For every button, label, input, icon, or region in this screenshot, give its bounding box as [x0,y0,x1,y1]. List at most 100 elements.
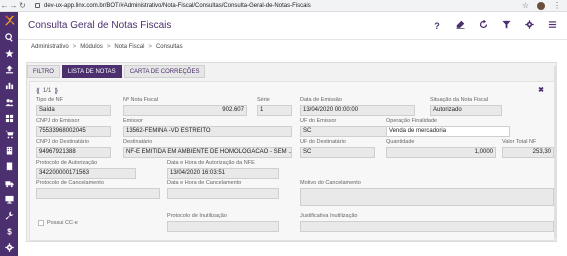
field-label: Protocolo de Autorização [36,160,98,166]
bookmark-star-icon[interactable]: ☆ [522,1,529,10]
field-data-autorizacao: Data e Hora de Autorização da NFE 13/04/… [167,160,279,179]
possui-cce-checkbox[interactable] [38,220,44,226]
close-icon[interactable]: ✖ [538,86,544,94]
situacao-value[interactable]: Autorizado [430,105,502,116]
field-label: Data de Emissão [300,97,342,103]
next-page-icon[interactable]: ⟫ [54,87,58,95]
filter-icon[interactable] [501,20,511,31]
valor-total-value[interactable]: 253,30 [502,147,554,158]
field-label: Série [257,97,270,103]
field-label: Protocolo de Inutilização [167,213,227,219]
tab-bar: FILTRO LISTA DE NOTAS CARTA DE CORREÇÕES [27,65,207,79]
field-label: CNPJ do Destinatário [36,139,89,145]
field-justificativa-inutilizacao: Justificativa Inutilização [300,213,554,232]
tab-carta-de-correcoes[interactable]: CARTA DE CORREÇÕES [123,65,206,78]
reload-icon[interactable]: ↻ [18,0,27,11]
app-header: Consulta Geral de Notas Fiscais ? [18,12,567,40]
serie-value[interactable]: 1 [257,105,292,116]
url-text[interactable]: dev-ux-app.linx.com.br/BOT/#Administrati… [44,3,311,9]
field-label: Data e Hora de Cancelamento [167,180,242,186]
breadcrumb: Administrativo > Módulos > Nota Fiscal >… [31,42,183,52]
wrench-icon[interactable] [0,207,18,223]
field-label: Protocolo de Cancelamento [36,180,104,186]
uf-destinatario-value[interactable]: SC [300,147,375,158]
content-panel: FILTRO LISTA DE NOTAS CARTA DE CORREÇÕES… [26,62,557,242]
destinatario-value[interactable]: NF-E EMITIDA EM AMBIENTE DE HOMOLOGACAO … [123,147,292,158]
field-protocolo-autorizacao: Protocolo de Autorização 342200000171563 [36,160,136,179]
field-label: Operação Finalidade [386,118,438,124]
field-serie: Série 1 [257,97,292,116]
field-valor-total: Valor Total NF 253,30 [502,139,554,158]
breadcrumb-item[interactable]: Administrativo [31,44,69,50]
grid-icon[interactable] [0,110,18,126]
motivo-cancelamento-value[interactable] [300,188,554,206]
cnpj-destinatario-value[interactable]: 94967921388 [36,147,111,158]
refresh-icon[interactable] [478,19,488,31]
dollar-icon[interactable]: $ [0,224,18,240]
field-quantidade: Quantidade 1,0000 [386,139,496,158]
data-emissao-value[interactable]: 13/04/2020 00:00:00 [300,105,415,116]
breadcrumb-separator: > [72,44,77,50]
cnpj-emissor-value[interactable]: 75533968002045 [36,126,111,137]
possui-cce-label: Possui CC-e [47,220,78,226]
field-label: UF do Destinatário [300,139,346,145]
field-label: Situação da Nota Fiscal [430,97,489,103]
field-emissor: Emissor 13562-FEMINA -VD ESTREITO [123,118,292,137]
building-icon[interactable] [0,143,18,159]
breadcrumb-item[interactable]: Módulos [80,44,103,50]
settings-icon[interactable] [524,20,534,31]
field-uf-destinatario: UF do Destinatário SC [300,139,375,158]
field-motivo-cancelamento: Motivo do Cancelamento [300,180,554,206]
data-autorizacao-value[interactable]: 13/04/2020 16:03:51 [167,168,279,179]
search-icon[interactable] [0,29,18,45]
data-cancelamento-value[interactable] [167,188,279,199]
field-data-emissao: Data de Emissão 13/04/2020 00:00:00 [300,97,415,116]
breadcrumb-item[interactable]: Nota Fiscal [114,44,144,50]
back-icon[interactable]: ← [0,0,9,11]
gear-icon[interactable] [0,240,18,256]
truck-icon[interactable] [0,175,18,191]
people-icon[interactable] [0,94,18,110]
protocolo-cancelamento-value[interactable] [36,188,160,199]
breadcrumb-item[interactable]: Consultas [156,44,183,50]
field-label: Valor Total NF [502,139,537,145]
menu-icon[interactable] [547,20,557,31]
field-destinatario: Destinatário NF-E EMITIDA EM AMBIENTE DE… [123,139,292,158]
field-nota-fiscal: Nº Nota Fiscal 902.607 [123,97,247,116]
tab-lista-de-notas[interactable]: LISTA DE NOTAS [61,65,122,78]
star-icon[interactable] [0,45,18,61]
operacao-value[interactable]: Venda de mercadoria [386,126,510,137]
protocolo-inutilizacao-value[interactable] [167,221,279,232]
tipo-nf-value[interactable]: Saída [36,105,111,116]
tab-filtro[interactable]: FILTRO [27,65,60,78]
help-icon[interactable]: ? [432,21,442,31]
field-situacao: Situação da Nota Fiscal Autorizado [430,97,502,116]
field-tipo-nf: Tipo de NF Saída [36,97,111,116]
field-label: Quantidade [386,139,415,145]
field-protocolo-inutilizacao: Protocolo de Inutilização [167,213,279,232]
eraser-icon[interactable] [455,20,465,31]
upload-icon[interactable] [0,62,18,78]
avatar[interactable] [537,1,545,10]
forward-icon[interactable]: → [9,0,18,11]
monitor-icon[interactable] [0,191,18,207]
field-label: Motivo do Cancelamento [300,180,361,186]
vertical-scrollbar[interactable] [554,66,557,238]
breadcrumb-separator: > [148,44,152,50]
address-bar[interactable]: dev-ux-app.linx.com.br/BOT/#Administrati… [31,1,315,10]
first-page-icon[interactable]: ⟪ [36,87,40,95]
protocolo-autorizacao-value[interactable]: 342200000171563 [36,168,136,179]
field-label: Justificativa Inutilização [300,213,358,219]
emissor-value[interactable]: 13562-FEMINA -VD ESTREITO [123,126,292,137]
possui-cce-row: Possui CC-e [38,220,78,226]
nota-fiscal-value[interactable]: 902.607 [123,105,247,116]
justificativa-inutilizacao-value[interactable] [300,221,554,232]
browser-menu-icon[interactable]: ⋮ [553,1,561,10]
field-label: Tipo de NF [36,97,64,103]
linx-logo-icon[interactable] [0,12,18,29]
cart-icon[interactable] [0,126,18,142]
field-operacao: Operação Finalidade Venda de mercadoria [386,118,510,137]
receipt-icon[interactable] [0,159,18,175]
chart-icon[interactable] [0,78,18,94]
quantidade-value[interactable]: 1,0000 [386,147,496,158]
